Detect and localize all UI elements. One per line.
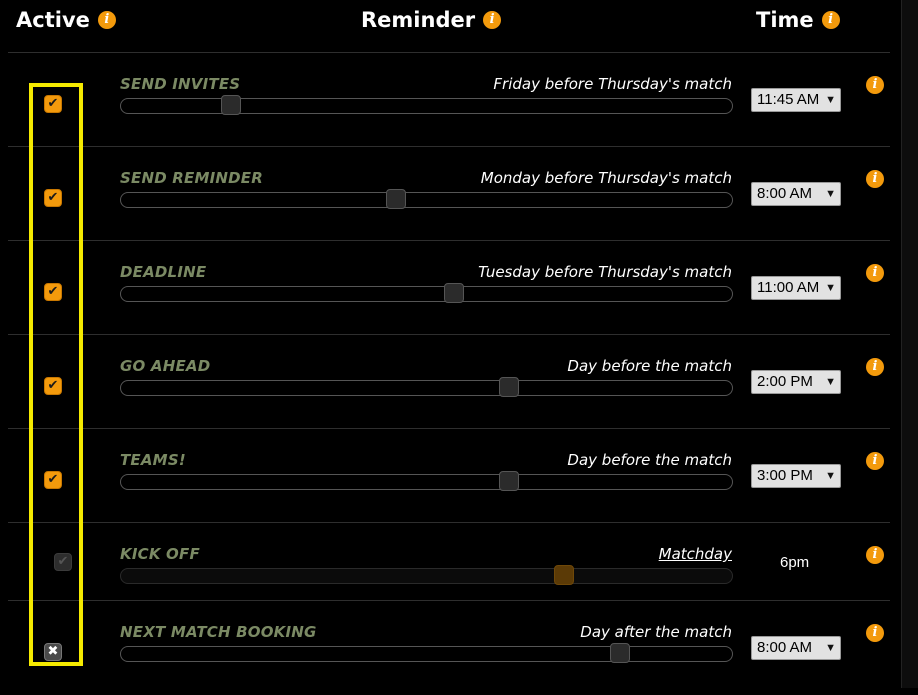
time-select[interactable]: 8:00 AM ▼ (751, 182, 841, 206)
reminder-row-go-ahead: ✔ GO AHEAD Day before the match 2:00 PM ▼… (0, 335, 900, 429)
active-column-highlight (29, 83, 83, 666)
time-select[interactable]: 8:00 AM ▼ (751, 636, 841, 660)
reminder-description: Day before the match (567, 357, 732, 375)
header-reminder: Reminder i (361, 8, 502, 32)
info-icon[interactable]: i (866, 170, 884, 188)
reminder-row-next-match-booking: ✖ NEXT MATCH BOOKING Day after the match… (0, 601, 900, 695)
time-value: 6pm (780, 554, 810, 571)
reminder-label: SEND INVITES (120, 75, 241, 93)
time-select[interactable]: 11:00 AM ▼ (751, 276, 841, 300)
header-active: Active i (16, 8, 116, 32)
reminder-description: Friday before Thursday's match (493, 75, 732, 93)
time-select-value: 11:45 AM (757, 91, 820, 108)
reminder-row-teams: ✔ TEAMS! Day before the match 3:00 PM ▼ i (0, 429, 900, 523)
slider-thumb[interactable] (385, 189, 406, 209)
time-select[interactable]: 3:00 PM ▼ (751, 464, 841, 488)
reminder-row-deadline: ✔ DEADLINE Tuesday before Thursday's mat… (0, 241, 900, 335)
reminder-description[interactable]: Matchday (659, 545, 732, 563)
slider-thumb[interactable] (498, 377, 519, 397)
reminder-description: Day after the match (580, 623, 732, 641)
info-icon[interactable]: i (866, 358, 884, 376)
time-select-value: 2:00 PM (757, 373, 813, 390)
slider-thumb[interactable] (498, 471, 519, 491)
reminder-label: NEXT MATCH BOOKING (120, 623, 317, 641)
time-select-value: 3:00 PM (757, 467, 813, 484)
reminder-slider[interactable] (120, 471, 733, 491)
time-select-value: 8:00 AM (757, 639, 813, 656)
info-icon[interactable]: i (866, 264, 884, 282)
time-select-value: 8:00 AM (757, 185, 813, 202)
header-time-label: Time (756, 8, 814, 32)
reminder-label: GO AHEAD (120, 357, 211, 375)
reminder-label: TEAMS! (120, 451, 186, 469)
header-reminder-label: Reminder (361, 8, 476, 32)
chevron-down-icon: ▼ (825, 282, 836, 294)
info-icon[interactable]: i (866, 452, 884, 470)
slider-thumb[interactable] (609, 643, 630, 663)
slider-thumb (553, 565, 574, 585)
chevron-down-icon: ▼ (825, 470, 836, 482)
reminder-description: Monday before Thursday's match (480, 169, 732, 187)
chevron-down-icon: ▼ (825, 188, 836, 200)
reminder-slider-disabled (120, 565, 733, 585)
reminder-slider[interactable] (120, 95, 733, 115)
reminder-label: KICK OFF (120, 545, 200, 563)
header-active-label: Active (16, 8, 90, 32)
time-select[interactable]: 2:00 PM ▼ (751, 370, 841, 394)
chevron-down-icon: ▼ (825, 376, 836, 388)
info-icon[interactable]: i (866, 546, 884, 564)
reminder-slider[interactable] (120, 377, 733, 397)
info-icon[interactable]: i (866, 76, 884, 94)
slider-thumb[interactable] (220, 95, 241, 115)
time-select[interactable]: 11:45 AM ▼ (751, 88, 841, 112)
reminder-slider[interactable] (120, 643, 733, 663)
info-icon[interactable]: i (821, 11, 840, 29)
reminder-row-send-reminder: ✔ SEND REMINDER Monday before Thursday's… (0, 147, 900, 241)
reminder-label: DEADLINE (120, 263, 207, 281)
reminder-label: SEND REMINDER (120, 169, 263, 187)
chevron-down-icon: ▼ (825, 642, 836, 654)
info-icon[interactable]: i (97, 11, 116, 29)
header-time: Time i (756, 8, 840, 32)
scrollbar[interactable] (901, 0, 918, 688)
reminder-description: Tuesday before Thursday's match (478, 263, 732, 281)
reminder-slider[interactable] (120, 189, 733, 209)
info-icon[interactable]: i (866, 624, 884, 642)
chevron-down-icon: ▼ (825, 94, 836, 106)
reminder-row-send-invites: ✔ SEND INVITES Friday before Thursday's … (0, 53, 900, 147)
reminder-description: Day before the match (567, 451, 732, 469)
info-icon[interactable]: i (483, 11, 502, 29)
time-select-value: 11:00 AM (757, 279, 820, 296)
slider-thumb[interactable] (443, 283, 464, 303)
reminder-slider[interactable] (120, 283, 733, 303)
